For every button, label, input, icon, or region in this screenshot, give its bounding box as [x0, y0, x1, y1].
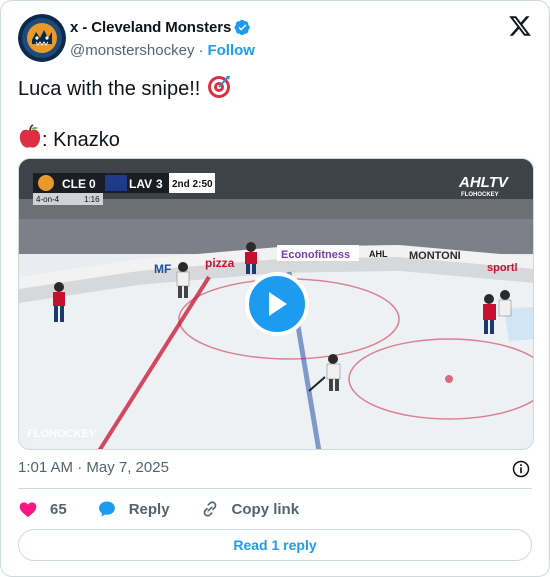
heart-icon — [19, 502, 37, 517]
tweet-line-1: Luca with the snipe!! — [18, 78, 206, 100]
board-ad-pizza: pizza — [205, 256, 235, 270]
period-clock: 2nd 2:50 — [172, 179, 213, 190]
verified-badge-icon — [234, 19, 250, 35]
tweet-text: Luca with the snipe!! : Knazko — [18, 73, 232, 153]
board-ad-econofitness: Econofitness — [281, 249, 350, 261]
score-team-away: LAV — [129, 177, 152, 191]
score-away: 3 — [156, 177, 163, 191]
read-replies-button[interactable]: Read 1 reply — [18, 529, 532, 561]
action-bar: 65 Reply Copy link — [18, 498, 299, 520]
video-player[interactable]: Econofitness AHL MONTONI pizza MF sportl — [18, 158, 534, 450]
follow-button[interactable]: Follow — [207, 42, 255, 59]
read-replies-label: Read 1 reply — [233, 537, 317, 553]
board-ad-montoni: MONTONI — [409, 250, 461, 262]
flohockey-watermark: FLOHOCKEY — [27, 428, 98, 440]
copy-link-label: Copy link — [231, 500, 300, 518]
author-block: x - Cleveland Monsters @monstershockey ·… — [70, 17, 255, 60]
score-home: 0 — [89, 177, 96, 191]
board-ad-ahl: AHL — [369, 249, 388, 259]
ahltv-logo: AHLTV — [458, 174, 510, 191]
like-button[interactable]: 65 — [18, 499, 67, 519]
ahltv-sub: FLOHOCKEY — [461, 192, 499, 198]
like-count: 65 — [50, 500, 67, 518]
display-name[interactable]: x - Cleveland Monsters — [70, 19, 231, 36]
reply-button[interactable]: Reply — [97, 499, 170, 519]
avatar[interactable] — [18, 14, 66, 62]
copy-link-button[interactable]: Copy link — [200, 499, 300, 519]
score-team-home: CLE — [62, 177, 86, 191]
board-ad-mf: MF — [154, 262, 171, 276]
timestamp[interactable]: 1:01 AM · May 7, 2025 — [18, 459, 169, 476]
strength-label: 4-on-4 — [36, 195, 60, 204]
reply-label: Reply — [128, 500, 170, 518]
info-icon[interactable] — [511, 459, 531, 479]
monsters-logo — [18, 14, 66, 62]
handle[interactable]: @monstershockey — [70, 42, 194, 59]
tweet-card: x - Cleveland Monsters @monstershockey ·… — [0, 0, 550, 577]
link-icon — [203, 501, 216, 517]
x-logo-icon[interactable] — [508, 14, 532, 38]
separator-dot: · — [198, 41, 204, 59]
board-ad-sportl: sportl — [487, 262, 518, 274]
direct-hit-icon — [207, 76, 230, 98]
divider — [18, 488, 532, 489]
strength-time: 1:16 — [84, 195, 100, 204]
play-button[interactable] — [245, 272, 309, 336]
play-icon — [269, 292, 287, 316]
tweet-line-2: : Knazko — [42, 129, 120, 151]
apple-icon — [19, 124, 41, 148]
reply-bubble-icon — [98, 501, 115, 517]
